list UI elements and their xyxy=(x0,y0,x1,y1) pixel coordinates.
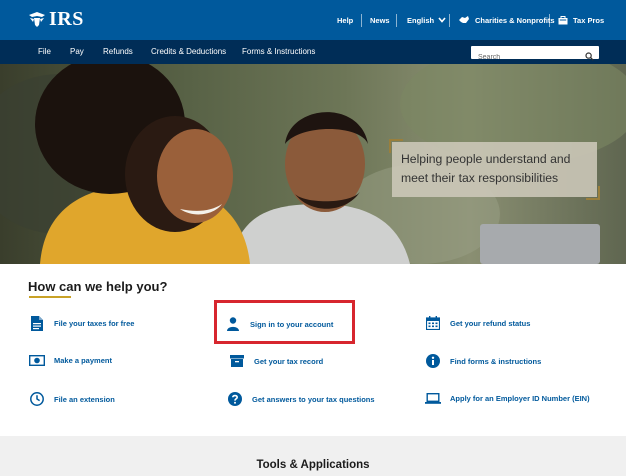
divider xyxy=(449,14,450,27)
help-section-title: How can we help you? xyxy=(28,279,168,294)
highlight-box xyxy=(214,300,355,344)
hero-caption-text: Helping people understand and meet their… xyxy=(401,152,571,185)
nav-file[interactable]: File xyxy=(38,40,51,64)
nav-forms-instructions[interactable]: Forms & Instructions xyxy=(242,40,315,64)
search-box xyxy=(471,46,599,64)
handshake-icon xyxy=(458,15,470,25)
top-header-bar: IRS Help News English Charities & Nonpro… xyxy=(0,0,626,40)
charities-nonprofits-link[interactable]: Charities & Nonprofits xyxy=(458,0,555,40)
main-nav: File Pay Refunds Credits & Deductions Fo… xyxy=(0,40,626,64)
help-apply-ein[interactable]: Apply for an Employer ID Number (EIN) xyxy=(425,393,590,404)
hero-caption-box: Helping people understand and meet their… xyxy=(389,139,600,200)
help-make-payment[interactable]: Make a payment xyxy=(29,355,112,366)
help-section: How can we help you? File your taxes for… xyxy=(0,264,626,436)
caption-bracket xyxy=(586,186,600,200)
help-item-label: Make a payment xyxy=(54,356,112,365)
document-icon xyxy=(29,316,45,331)
nav-refunds[interactable]: Refunds xyxy=(103,40,133,64)
help-item-label: Get answers to your tax questions xyxy=(252,394,375,404)
nav-credits-deductions[interactable]: Credits & Deductions xyxy=(151,40,226,64)
help-link-label: Help xyxy=(337,15,354,25)
language-label: English xyxy=(407,15,435,25)
divider xyxy=(396,14,397,27)
tax-pros-label: Tax Pros xyxy=(573,15,605,25)
hero-banner: Helping people understand and meet their… xyxy=(0,64,626,264)
help-find-forms[interactable]: Find forms & instructions xyxy=(425,354,541,368)
help-item-label: Apply for an Employer ID Number (EIN) xyxy=(450,394,590,403)
help-item-label: File your taxes for free xyxy=(54,319,135,328)
tools-section-title: Tools & Applications xyxy=(256,459,370,471)
question-icon xyxy=(227,392,243,406)
chevron-down-icon xyxy=(438,17,446,23)
charities-label: Charities & Nonprofits xyxy=(475,15,555,25)
logo-wordmark: IRS xyxy=(49,8,84,30)
news-link[interactable]: News xyxy=(370,0,390,40)
help-item-label: Find forms & instructions xyxy=(450,356,542,366)
tax-pros-link[interactable]: Tax Pros xyxy=(558,0,604,40)
help-file-extension[interactable]: File an extension xyxy=(29,392,115,406)
help-link[interactable]: Help xyxy=(337,0,353,40)
irs-logo[interactable]: IRS xyxy=(27,9,84,29)
news-link-label: News xyxy=(370,15,390,25)
archive-box-icon xyxy=(229,355,245,367)
briefcase-icon xyxy=(558,15,568,25)
laptop-icon xyxy=(425,393,441,404)
title-underline xyxy=(29,296,71,298)
eagle-seal-icon xyxy=(27,9,47,29)
help-item-label: File an extension xyxy=(54,394,115,404)
help-tax-questions[interactable]: Get answers to your tax questions xyxy=(227,392,375,406)
divider xyxy=(361,14,362,27)
help-refund-status[interactable]: Get your refund status xyxy=(425,316,530,330)
info-icon xyxy=(425,354,441,368)
language-dropdown[interactable]: English xyxy=(407,0,446,40)
help-tax-record[interactable]: Get your tax record xyxy=(229,355,323,367)
search-input[interactable] xyxy=(471,51,581,64)
money-icon xyxy=(29,355,45,366)
clock-icon xyxy=(29,392,45,406)
help-item-label: Get your tax record xyxy=(254,356,324,366)
calendar-icon xyxy=(425,316,441,330)
divider xyxy=(549,14,550,27)
nav-pay[interactable]: Pay xyxy=(70,40,84,64)
help-item-label: Get your refund status xyxy=(450,318,531,328)
help-file-taxes-free[interactable]: File your taxes for free xyxy=(29,316,134,331)
